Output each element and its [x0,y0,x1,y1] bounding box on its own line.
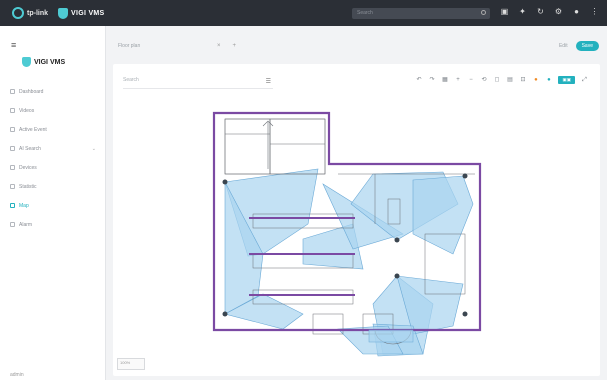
sidebar-item-label: Dashboard [19,88,44,95]
sidebar-footer[interactable]: admin [10,372,24,378]
nav-icon [10,203,15,208]
nav-icon [10,165,15,170]
sidebar-nav: Dashboard Videos Active Event AI Search ⌄ Dev… [0,82,106,234]
vigi-shield-icon [22,57,31,67]
sidebar-item-devices[interactable]: Devices [0,158,106,177]
close-tab-icon[interactable]: × [217,43,221,49]
sidebar-item-label: Statistic [19,183,37,190]
search-icon[interactable] [481,10,486,15]
sidebar-item-statistic[interactable]: Statistic [0,177,106,196]
nav-icon [10,89,15,94]
user-icon[interactable]: ● [572,7,581,16]
sidebar-item-label: Map [19,202,29,209]
sidebar-logo: VIGI VMS [22,57,65,67]
sidebar-item-alarm[interactable]: Alarm [0,215,106,234]
chevron-down-icon[interactable]: ⌄ [92,146,96,152]
tab-actions: Edit Save [559,41,599,51]
menu-toggle-icon[interactable]: ≡ [11,40,16,50]
nav-icon [10,127,15,132]
more-icon[interactable]: ⋮ [590,7,599,16]
add-tab-icon[interactable]: + [232,43,236,49]
zoom-indicator[interactable]: 100% [117,358,145,370]
vigi-wordmark: VIGI VMS [71,9,105,17]
sidebar-item-label: Active Event [19,126,47,133]
top-bar: tp-link VIGI VMS Search ▣ ✦ ↻ ⚙ ● ⋮ [0,0,607,26]
zoom-level: 100% [120,360,131,365]
bell-icon[interactable]: ✦ [518,7,527,16]
entrance-fov [368,329,414,343]
camera-fov-areas [224,168,474,357]
edit-button[interactable]: Edit [559,43,568,49]
global-search-input[interactable]: Search [352,8,490,19]
save-button[interactable]: Save [575,41,599,51]
sidebar-item-label: Alarm [19,221,33,228]
nav-icon [10,222,15,227]
sidebar-item-ai-search[interactable]: AI Search ⌄ [0,139,106,158]
refresh-icon[interactable]: ↻ [536,7,545,16]
sidebar-item-dashboard[interactable]: Dashboard [0,82,106,101]
floor-plan-map[interactable] [113,64,600,376]
vigi-shield-icon [58,7,68,19]
sidebar-item-videos[interactable]: Videos [0,101,106,120]
tplink-wordmark: tp-link [27,9,48,17]
tplink-logo-icon [12,7,24,19]
sidebar-item-label: Videos [19,107,35,114]
tab-label: Floor plan [118,43,141,49]
sidebar-item-label: AI Search [19,145,41,152]
search-placeholder: Search [357,10,373,16]
settings-icon[interactable]: ⚙ [554,7,563,16]
sidebar-item-map[interactable]: Map [0,196,106,215]
brand: tp-link VIGI VMS [12,7,105,19]
sidebar-logo-text: VIGI VMS [34,58,66,66]
nav-icon [10,146,15,151]
tab-floor-plan[interactable]: Floor plan × + [116,40,236,53]
nav-icon [10,184,15,189]
tab-bar: Floor plan × + Edit Save [106,38,607,54]
top-actions: ▣ ✦ ↻ ⚙ ● ⋮ [500,7,599,16]
monitor-icon[interactable]: ▣ [500,7,509,16]
sidebar: ≡ VIGI VMS Dashboard Videos Active Event AI… [0,26,106,380]
nav-icon [10,108,15,113]
sidebar-item-active-event[interactable]: Active Event [0,120,106,139]
map-panel: Search ☰ ↶ ↷ ▦ + − ⟲ ◻ ▤ ⊡ ● ● ▣▣ ⤢ 100% [113,64,600,376]
sidebar-item-label: Devices [19,164,37,171]
